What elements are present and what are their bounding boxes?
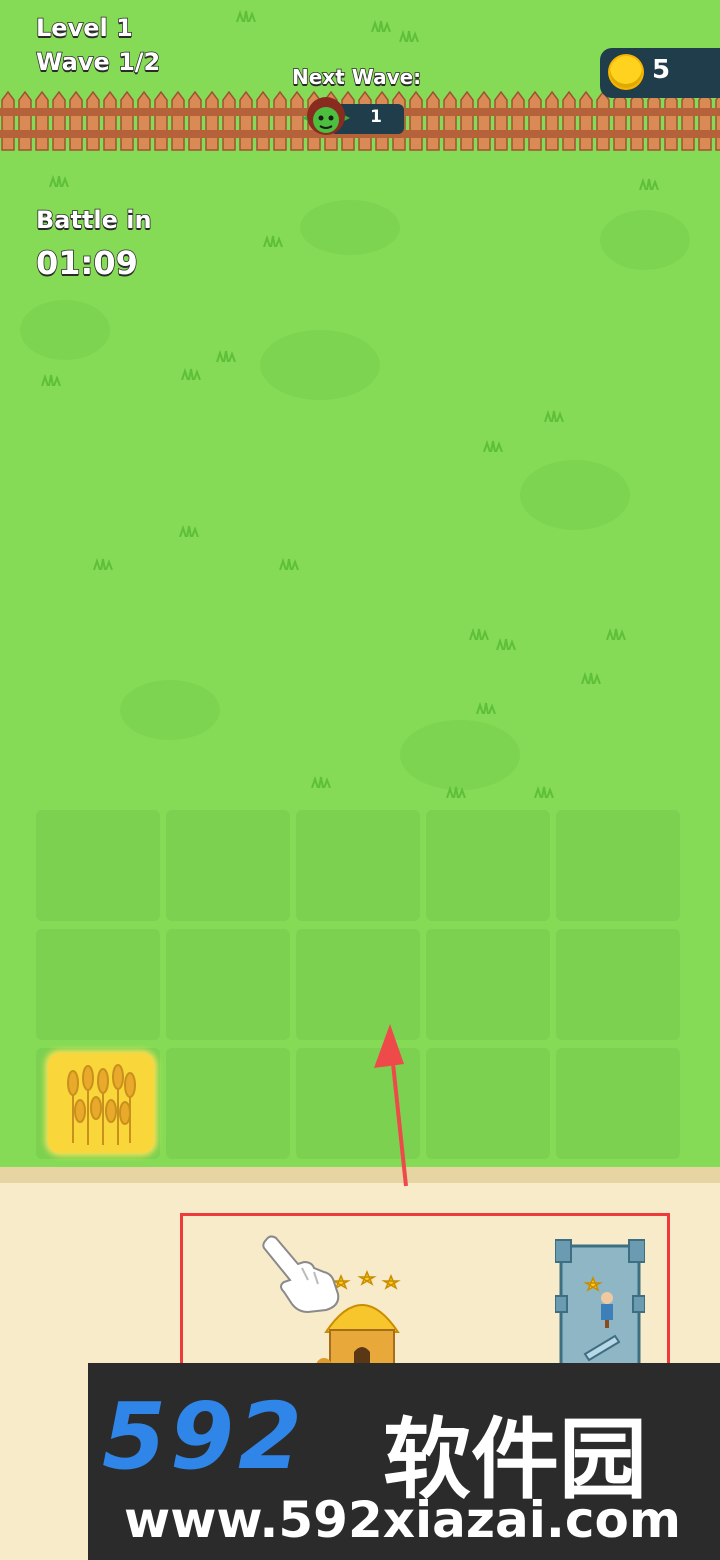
- grass-tuft-icon: [544, 410, 564, 422]
- grid-cell[interactable]: [166, 929, 290, 1040]
- grid-cell[interactable]: [296, 810, 420, 921]
- grass-tuft-icon: [606, 628, 626, 640]
- grass-tuft-icon: [279, 558, 299, 570]
- grass-shade: [120, 680, 220, 740]
- grass-tuft-icon: [534, 786, 554, 798]
- battle-countdown-timer: 01:09: [35, 243, 138, 283]
- grass-tuft-icon: [216, 350, 236, 362]
- grass-tuft-icon: [469, 628, 489, 640]
- goblin-enemy-icon: [302, 97, 350, 135]
- grid-cell[interactable]: [426, 810, 550, 921]
- grass-tuft-icon: [41, 374, 61, 386]
- barracks-unit-card[interactable]: [555, 1236, 645, 1376]
- gold-coin-icon: [610, 56, 642, 88]
- grid-cell[interactable]: [36, 929, 160, 1040]
- grid-cell[interactable]: [426, 929, 550, 1040]
- coin-count: 5: [652, 55, 671, 85]
- tutorial-pointing-hand-icon: [262, 1235, 340, 1314]
- grass-tuft-icon: [181, 368, 201, 380]
- grid-cell[interactable]: [556, 1048, 680, 1159]
- grid-cell[interactable]: [556, 929, 680, 1040]
- battle-countdown-label: Battle in: [35, 205, 152, 235]
- grid-cell[interactable]: [166, 1048, 290, 1159]
- grass-tuft-icon: [371, 20, 391, 32]
- grass-shade: [260, 330, 380, 400]
- grass-shade: [400, 720, 520, 790]
- grass-tuft-icon: [496, 638, 516, 650]
- grid-cell[interactable]: [426, 1048, 550, 1159]
- grass-tuft-icon: [311, 776, 331, 788]
- grass-tuft-icon: [399, 30, 419, 42]
- grid-cell[interactable]: [166, 810, 290, 921]
- coin-counter: 5: [600, 48, 720, 98]
- grass-tuft-icon: [581, 672, 601, 684]
- grass-tuft-icon: [49, 175, 69, 187]
- grass-tuft-icon: [263, 235, 283, 247]
- watermark-banner: 592 软件园 www.592xiazai.com: [88, 1363, 720, 1560]
- next-wave-label: Next Wave:: [291, 64, 422, 90]
- grass-shade: [300, 200, 400, 255]
- grass-tuft-icon: [446, 786, 466, 798]
- grass-tuft-icon: [476, 702, 496, 714]
- grass-tuft-icon: [179, 525, 199, 537]
- grass-tuft-icon: [483, 440, 503, 452]
- grid-cell[interactable]: [36, 810, 160, 921]
- grass-shade: [600, 210, 690, 270]
- wheat-field-tile[interactable]: [48, 1053, 154, 1153]
- wave-label: Wave 1/2: [35, 47, 161, 77]
- grass-tuft-icon: [639, 178, 659, 190]
- grass-tuft-icon: [93, 558, 113, 570]
- star-icon: [381, 1274, 401, 1290]
- watermark-brand: 592: [102, 1383, 307, 1490]
- grass-shade: [520, 460, 630, 530]
- grass-shade: [20, 300, 110, 360]
- star-icon: [357, 1270, 377, 1286]
- level-label: Level 1: [35, 13, 133, 43]
- grass-tuft-icon: [236, 10, 256, 22]
- grid-cell[interactable]: [556, 810, 680, 921]
- watermark-url: www.592xiazai.com: [124, 1491, 681, 1549]
- tutorial-drag-arrow-icon: [374, 1024, 408, 1187]
- wheat-icon: [67, 1064, 136, 1145]
